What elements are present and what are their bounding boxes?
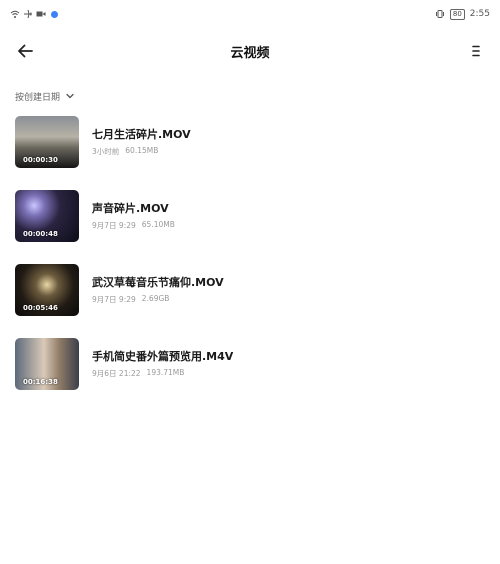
video-info: 七月生活碎片.MOV 3小时前 60.15MB: [92, 116, 191, 157]
video-list-item[interactable]: 00:00:48 声音碎片.MOV 9月7日 9:29 65.10MB: [15, 190, 485, 264]
status-bar: 80 2:55: [0, 0, 500, 28]
video-size: 60.15MB: [125, 146, 159, 155]
vibrate-icon: [435, 9, 445, 19]
video-thumbnail: 00:00:30: [15, 116, 79, 168]
video-date: 9月6日 21:22: [92, 369, 141, 378]
video-thumbnail: 00:05:46: [15, 264, 79, 316]
video-name: 武汉草莓音乐节痛仰.MOV: [92, 276, 224, 289]
sort-label: 按创建日期: [15, 92, 61, 103]
video-size: 65.10MB: [141, 220, 175, 229]
video-info: 声音碎片.MOV 9月7日 9:29 65.10MB: [92, 190, 175, 231]
battery-indicator: 80: [449, 8, 465, 20]
chevron-down-icon: [66, 93, 74, 99]
video-info: 手机简史番外篇预览用.M4V 9月6日 21:22 193.71MB: [92, 338, 233, 379]
video-size: 2.69GB: [141, 294, 170, 303]
status-time: 2:55: [469, 9, 490, 19]
video-date: 9月7日 9:29: [92, 295, 136, 304]
video-list-item[interactable]: 00:16:38 手机简史番外篇预览用.M4V 9月6日 21:22 193.7…: [15, 338, 485, 412]
video-duration: 00:16:38: [23, 378, 58, 386]
video-meta: 9月7日 9:29 2.69GB: [92, 294, 224, 305]
video-list: 00:00:30 七月生活碎片.MOV 3小时前 60.15MB 00:00:4…: [15, 116, 485, 412]
video-name: 声音碎片.MOV: [92, 202, 169, 215]
video-meta: 9月6日 21:22 193.71MB: [92, 368, 233, 379]
video-duration: 00:00:48: [23, 230, 58, 238]
menu-icon: [472, 45, 480, 57]
video-meta: 9月7日 9:29 65.10MB: [92, 220, 175, 231]
video-meta: 3小时前 60.15MB: [92, 146, 191, 157]
video-camera-icon: [36, 9, 46, 19]
video-date: 9月7日 9:29: [92, 221, 136, 230]
video-duration: 00:00:30: [23, 156, 58, 164]
video-date: 3小时前: [92, 147, 120, 156]
airplane-icon: [23, 9, 33, 19]
wifi-icon: [10, 9, 20, 19]
video-name: 手机简史番外篇预览用.M4V: [92, 350, 234, 363]
app-header: 云视频: [0, 32, 500, 72]
video-duration: 00:05:46: [23, 304, 58, 312]
status-icons-left: [10, 9, 59, 19]
video-thumbnail: 00:16:38: [15, 338, 79, 390]
video-info: 武汉草莓音乐节痛仰.MOV 9月7日 9:29 2.69GB: [92, 264, 224, 305]
menu-button[interactable]: [468, 41, 484, 61]
status-icons-right: 80 2:55: [435, 8, 490, 20]
video-thumbnail: 00:00:48: [15, 190, 79, 242]
app-notification-icon: [49, 9, 59, 19]
video-list-item[interactable]: 00:05:46 武汉草莓音乐节痛仰.MOV 9月7日 9:29 2.69GB: [15, 264, 485, 338]
video-name: 七月生活碎片.MOV: [92, 128, 191, 141]
page-title: 云视频: [230, 46, 270, 61]
video-list-item[interactable]: 00:00:30 七月生活碎片.MOV 3小时前 60.15MB: [15, 116, 485, 190]
video-size: 193.71MB: [146, 368, 185, 377]
sort-dropdown[interactable]: 按创建日期: [15, 89, 74, 103]
